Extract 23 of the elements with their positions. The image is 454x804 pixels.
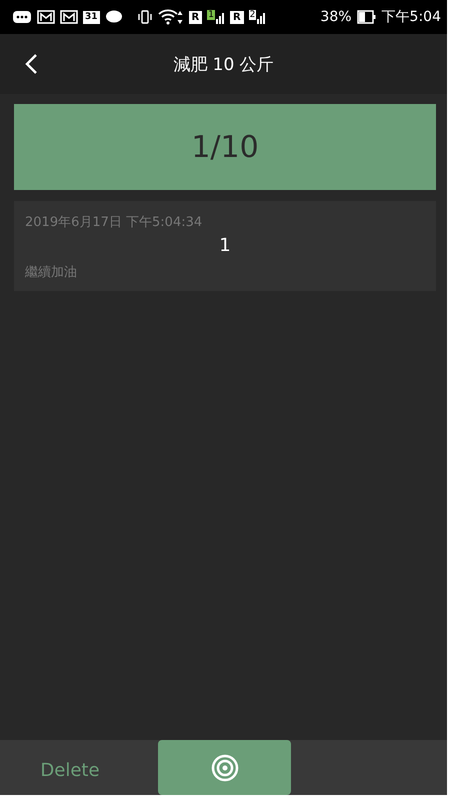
record-date: 2019年6月17日 下午5:04:34 — [25, 214, 204, 231]
record-note: 繼續加油 — [25, 264, 78, 281]
chat-bubble-icon — [104, 10, 123, 24]
back-icon[interactable] — [24, 53, 38, 75]
record-amount: 1 — [218, 235, 232, 257]
page-title: 減肥 10 公斤 — [173, 54, 274, 76]
vibrate-icon — [136, 10, 153, 24]
record-button[interactable] — [158, 740, 291, 795]
mail-icon — [37, 10, 55, 24]
signal-indicator: 1 — [207, 10, 225, 24]
progress-banner: 1/10 — [14, 104, 436, 190]
roaming-badge: R — [188, 10, 202, 24]
clock-time: 下午5:04 — [382, 8, 441, 26]
calendar-icon: 31 — [83, 10, 100, 24]
record-card[interactable]: 2019年6月17日 下午5:04:34 1 繼續加油 — [14, 201, 436, 291]
wifi-icon — [158, 9, 184, 25]
mail-icon — [60, 10, 78, 24]
battery-percent: 38% — [320, 9, 352, 25]
roaming-badge: R — [230, 10, 244, 24]
target-icon — [210, 754, 238, 782]
chat-icon — [12, 10, 32, 24]
battery-icon — [356, 10, 377, 24]
signal-indicator: 2 — [248, 10, 266, 24]
